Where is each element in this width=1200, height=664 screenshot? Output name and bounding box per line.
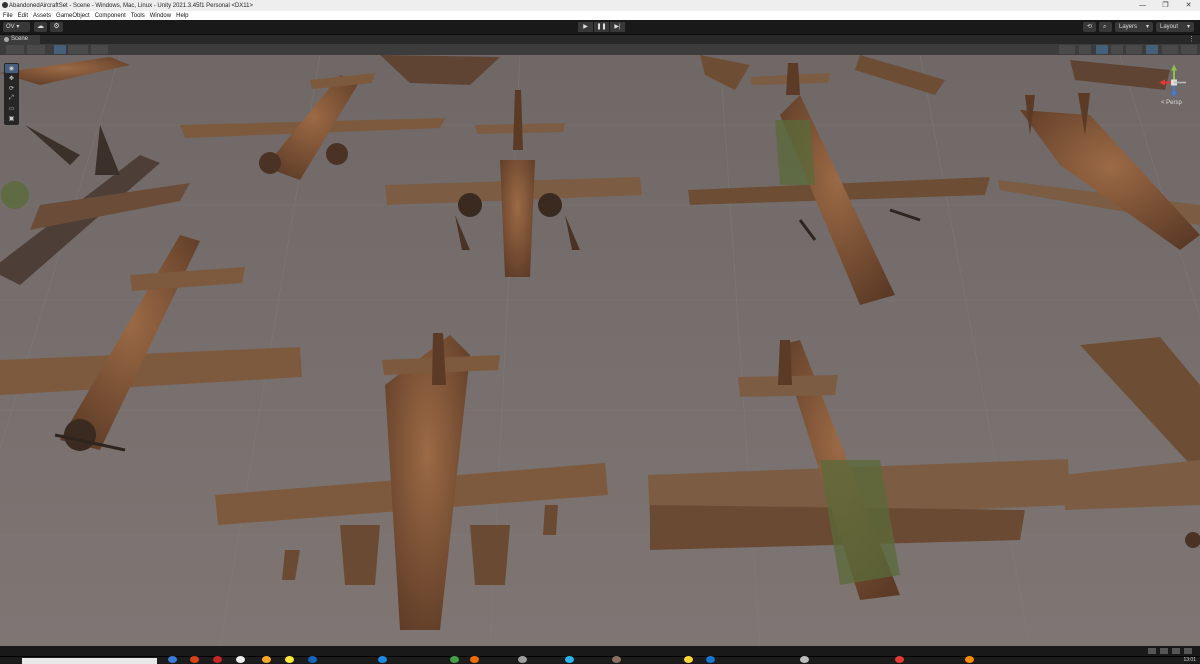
taskbar-app-icon[interactable] (470, 656, 479, 663)
progress-icon[interactable] (1160, 648, 1168, 654)
collab-icon[interactable]: ⚙ (50, 22, 63, 32)
window-title: AbandonedAircraftSet - Scene - Windows, … (9, 2, 254, 9)
scene-render (0, 55, 1200, 646)
taskbar-app-icon[interactable] (895, 656, 904, 663)
light-toggle-button[interactable] (1096, 45, 1108, 54)
camera-settings-button[interactable] (1162, 45, 1178, 54)
menu-help[interactable]: Help (176, 13, 188, 19)
more-options-icon[interactable]: ⋮ (1188, 35, 1195, 44)
title-bar: AbandonedAircraftSet - Scene - Windows, … (0, 0, 1200, 11)
scene-icon (4, 37, 9, 42)
account-dropdown[interactable]: OV ▾ (3, 22, 30, 32)
layers-label: Layers (1119, 24, 1138, 30)
menu-file[interactable]: File (3, 13, 13, 19)
tab-scene[interactable]: Scene (0, 35, 40, 44)
layout-label: Layout (1160, 24, 1179, 30)
menu-component[interactable]: Component (95, 13, 126, 19)
taskbar-app-icon[interactable] (965, 656, 974, 663)
cloud-status-icon[interactable] (1172, 648, 1180, 654)
close-button[interactable]: ✕ (1177, 0, 1200, 11)
taskbar-app-icon[interactable] (565, 656, 574, 663)
scale-icon[interactable]: ⤢ (5, 94, 18, 103)
play-button[interactable]: ▶ (578, 22, 593, 32)
taskbar-app-icon[interactable] (213, 656, 222, 663)
taskbar-app-icon[interactable] (285, 656, 294, 663)
taskbar-app-icon[interactable] (236, 656, 245, 663)
tab-row: Scene ⋮ (0, 35, 1200, 44)
minimize-button[interactable]: — (1131, 0, 1154, 11)
pause-button[interactable]: ❚❚ (594, 22, 609, 32)
account-label: OV (6, 24, 15, 30)
taskbar-app-icon[interactable] (190, 656, 199, 663)
taskbar-app-icon[interactable] (450, 656, 459, 663)
effects-button[interactable] (1126, 45, 1142, 54)
taskbar-app-icon[interactable] (612, 656, 621, 663)
rect-icon[interactable]: ▭ (5, 104, 18, 113)
move-icon[interactable]: ✥ (5, 74, 18, 83)
search-icon[interactable]: ⌕ (1099, 22, 1112, 32)
gizmos-button[interactable] (1181, 45, 1197, 54)
history-icon[interactable]: ⟲ (1083, 22, 1096, 32)
scene-toolbar (0, 44, 1200, 55)
menu-assets[interactable]: Assets (33, 13, 51, 19)
draw-mode-button[interactable] (6, 45, 24, 54)
unity-logo-icon (2, 2, 8, 8)
maximize-button[interactable]: ❐ (1154, 0, 1177, 11)
layers-dropdown[interactable]: Layers ▾ (1115, 22, 1153, 32)
menu-bar: File Edit Assets GameObject Component To… (0, 11, 1200, 20)
tray-clock: 13:01 (1183, 657, 1196, 663)
taskbar-search[interactable] (22, 658, 157, 664)
menu-tools[interactable]: Tools (131, 13, 145, 19)
shading-button[interactable] (27, 45, 45, 54)
projection-label[interactable]: < Persp (1161, 100, 1182, 106)
menu-edit[interactable]: Edit (18, 13, 28, 19)
scene-viewport[interactable]: < Persp (0, 55, 1200, 646)
taskbar-app-icon[interactable] (706, 656, 715, 663)
taskbar-app-icon[interactable] (262, 656, 271, 663)
audio-toggle-button[interactable] (1111, 45, 1123, 54)
2d-toggle-button[interactable] (1079, 45, 1091, 54)
main-toolbar: OV ▾ ☁ ⚙ ▶ ❚❚ ▶| ⟲ ⌕ Layers ▾ Layout ▾ (0, 20, 1200, 35)
pivot-button[interactable] (54, 45, 66, 54)
menu-window[interactable]: Window (150, 13, 171, 19)
status-bar (0, 646, 1200, 656)
os-taskbar: 13:01 (0, 656, 1200, 664)
rotate-icon[interactable]: ⟳ (5, 84, 18, 93)
taskbar-app-icon[interactable] (308, 656, 317, 663)
tool-palette: ◉ ✥ ⟳ ⤢ ▭ ▣ (4, 63, 19, 125)
scene-lighting-button[interactable] (1059, 45, 1075, 54)
taskbar-app-icon[interactable] (800, 656, 809, 663)
taskbar-app-icon[interactable] (378, 656, 387, 663)
transform-icon[interactable]: ▣ (5, 114, 18, 123)
hidden-objects-button[interactable] (1146, 45, 1158, 54)
menu-gameobject[interactable]: GameObject (56, 13, 90, 19)
taskbar-app-icon[interactable] (168, 656, 177, 663)
taskbar-app-icon[interactable] (684, 656, 693, 663)
taskbar-app-icon[interactable] (518, 656, 527, 663)
cloud-icon[interactable]: ☁ (34, 22, 47, 32)
step-button[interactable]: ▶| (610, 22, 625, 32)
settings-status-icon[interactable] (1184, 648, 1192, 654)
grid-snap-button[interactable] (74, 45, 88, 54)
view-hand-icon[interactable]: ◉ (5, 64, 18, 73)
tab-scene-label: Scene (11, 36, 29, 42)
layout-dropdown[interactable]: Layout ▾ (1156, 22, 1194, 32)
debug-icon[interactable] (1148, 648, 1156, 654)
snap-increment-button[interactable] (91, 45, 108, 54)
